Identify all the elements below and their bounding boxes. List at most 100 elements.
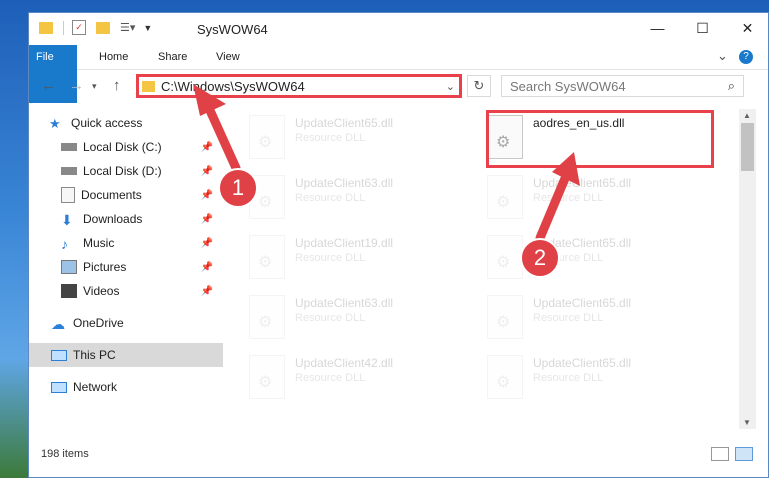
refresh-icon: ↻ [473, 78, 485, 93]
up-arrow-icon[interactable]: ↑ [113, 77, 121, 94]
large-icons-view-icon[interactable] [735, 447, 753, 461]
dll-file-icon [487, 295, 523, 339]
dll-file-icon [249, 355, 285, 399]
help-icon[interactable]: ? [739, 50, 753, 64]
file-type: Resource DLL [295, 132, 366, 144]
nav-label: Quick access [71, 116, 143, 130]
title-bar: ✓ ☰▾ ▼ SysWOW64 — ☐ ✕ [29, 13, 768, 45]
nav-label: This PC [73, 348, 116, 362]
nav-item-downloads[interactable]: ⬇ Downloads 📌 [61, 207, 223, 231]
tab-view[interactable]: View [204, 45, 252, 69]
file-name: UpdateClient63.dll [295, 296, 394, 310]
file-item[interactable]: UpdateClient65.dll Resource DLL [467, 171, 697, 229]
scroll-up-icon[interactable]: ▲ [743, 111, 751, 120]
file-type: Resource DLL [533, 312, 604, 324]
address-dropdown-icon[interactable]: ⌄ [446, 80, 455, 93]
customize-toolbar-icon[interactable]: ☰▾ [120, 21, 135, 34]
document-icon [61, 187, 75, 203]
nav-label: Downloads [83, 212, 143, 226]
navigation-pane: ★ Quick access Local Disk (C:) 📌 Local D… [29, 109, 225, 434]
file-name: UpdateClient65.dll [533, 356, 632, 370]
search-input[interactable]: Search SysWOW64 ⌕ [501, 75, 744, 97]
pin-icon: 📌 [200, 165, 213, 177]
scroll-down-icon[interactable]: ▼ [743, 418, 751, 427]
item-count: 198 items [41, 448, 89, 460]
address-path: C:\Windows\SysWOW64 [161, 78, 305, 94]
folder-icon[interactable] [39, 21, 53, 34]
file-item[interactable]: UpdateClient65.dll Resource DLL [467, 351, 697, 409]
file-type: Resource DLL [533, 192, 604, 204]
file-item[interactable]: UpdateClient63.dll Resource DLL [229, 291, 459, 349]
close-button[interactable]: ✕ [725, 13, 769, 43]
minimize-button[interactable]: — [635, 13, 680, 43]
dll-file-icon [487, 235, 523, 279]
nav-label: Videos [83, 284, 120, 298]
pin-icon: 📌 [200, 189, 213, 201]
nav-item-documents[interactable]: Documents 📌 [61, 183, 223, 207]
file-type: Resource DLL [295, 192, 366, 204]
file-type: Resource DLL [295, 252, 366, 264]
cloud-icon: ☁ [51, 316, 65, 332]
file-item[interactable]: UpdateClient65.dll Resource DLL [229, 111, 459, 169]
file-item[interactable]: UpdateClient63.dll Resource DLL [229, 171, 459, 229]
nav-onedrive[interactable]: ☁ OneDrive [51, 311, 223, 335]
music-icon: ♪ [61, 236, 68, 252]
file-item[interactable]: UpdateClient19.dll Resource DLL [229, 231, 459, 289]
divider [63, 20, 64, 35]
back-arrow-icon[interactable]: ← [41, 77, 56, 94]
file-name: UpdateClient65.dll [533, 296, 632, 310]
network-icon [51, 381, 67, 393]
forward-arrow-icon[interactable]: → [69, 77, 84, 94]
drive-icon [61, 167, 77, 175]
dll-file-icon [249, 115, 285, 159]
star-icon: ★ [49, 116, 61, 131]
refresh-button[interactable]: ↻ [467, 75, 491, 97]
properties-icon[interactable]: ✓ [72, 20, 86, 35]
drive-icon [61, 143, 77, 151]
pin-icon: 📌 [200, 285, 213, 297]
pictures-icon [61, 260, 77, 274]
nav-item-pictures[interactable]: Pictures 📌 [61, 255, 223, 279]
toolbar-dropdown-icon[interactable]: ▼ [143, 23, 152, 33]
file-name: UpdateClient19.dll [295, 236, 394, 250]
vertical-scrollbar[interactable]: ▲ ▼ [739, 109, 756, 429]
nav-item-music[interactable]: ♪ Music 📌 [61, 231, 223, 255]
nav-item-local-disk-c[interactable]: Local Disk (C:) 📌 [61, 135, 223, 159]
pin-icon: 📌 [200, 213, 213, 225]
download-icon: ⬇ [61, 212, 73, 228]
file-name: UpdateClient63.dll [295, 176, 394, 190]
tab-home[interactable]: Home [87, 45, 140, 69]
file-item[interactable]: UpdateClient65.dll Resource DLL [467, 291, 697, 349]
nav-item-videos[interactable]: Videos 📌 [61, 279, 223, 303]
ribbon: File Home Share View ⌄ ? [29, 45, 768, 103]
nav-item-local-disk-d[interactable]: Local Disk (D:) 📌 [61, 159, 223, 183]
tab-share[interactable]: Share [146, 45, 199, 69]
dll-file-icon [249, 295, 285, 339]
search-icon: ⌕ [727, 78, 735, 93]
nav-network[interactable]: Network [51, 375, 223, 399]
file-item[interactable]: UpdateClient65.dll Resource DLL [467, 231, 697, 289]
dll-file-icon [487, 175, 523, 219]
pin-icon: 📌 [200, 261, 213, 273]
nav-this-pc[interactable]: This PC [29, 343, 223, 367]
recent-locations-icon[interactable]: ▾ [92, 81, 97, 92]
address-bar[interactable]: C:\Windows\SysWOW64 ⌄ [136, 74, 462, 98]
maximize-button[interactable]: ☐ [680, 13, 725, 43]
search-placeholder: Search SysWOW64 [510, 78, 626, 94]
nav-quick-access[interactable]: ★ Quick access [49, 111, 219, 135]
step-1-badge: 1 [218, 168, 258, 208]
expand-ribbon-icon[interactable]: ⌄ [717, 48, 728, 64]
nav-label: Local Disk (D:) [83, 164, 162, 178]
file-type: Resource DLL [533, 372, 604, 384]
dll-file-icon [487, 355, 523, 399]
highlight-box [486, 110, 714, 168]
file-name: UpdateClient65.dll [533, 176, 632, 190]
file-item[interactable]: UpdateClient42.dll Resource DLL [229, 351, 459, 409]
status-bar: 198 items [29, 437, 768, 477]
new-folder-icon[interactable] [96, 21, 110, 34]
folder-icon [142, 80, 155, 92]
address-row: ← → ▾ ↑ C:\Windows\SysWOW64 ⌄ ↻ Search S… [29, 71, 768, 101]
scroll-thumb[interactable] [741, 123, 754, 171]
details-view-icon[interactable] [711, 447, 729, 461]
quick-access-toolbar: ✓ ☰▾ ▼ [39, 20, 152, 35]
